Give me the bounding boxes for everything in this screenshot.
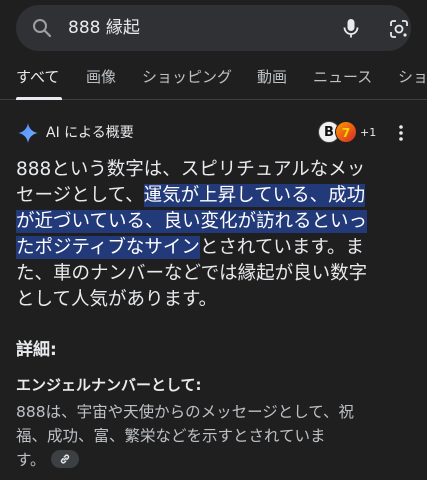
answer-line: た、車のナンバーなどでは縁起が良い数字 [16, 261, 411, 287]
search-icon[interactable] [32, 18, 52, 38]
ai-overview-header: AI による概要 B 7 +1 [16, 120, 411, 146]
answer-line: 888という数字は、スピリチュアルなメッ [16, 157, 411, 183]
answer-text: とされています。ま [199, 237, 365, 258]
angel-number-text: 888は、宇宙や天使からのメッセージとして、祝 福、成功、富、繁栄などを示すとさ… [16, 400, 411, 472]
angel-text-line: 888は、宇宙や天使からのメッセージとして、祝 [16, 403, 355, 421]
ai-sparkle-icon [18, 123, 38, 143]
details-heading: 詳細: [16, 340, 57, 360]
ai-overview-answer: 888という数字は、スピリチュアルなメッ セージとして、運気が上昇している、成功… [16, 157, 411, 313]
source-logos[interactable]: B 7 [318, 121, 358, 145]
source-logo-second-icon[interactable]: 7 [335, 121, 357, 143]
angel-number-heading: エンジェルナンバーとして: [16, 376, 202, 394]
tab-images[interactable]: 画像 [86, 60, 116, 94]
answer-text: セージとして、 [16, 185, 144, 206]
tab-all[interactable]: すべて [16, 60, 59, 94]
lens-camera-icon[interactable] [388, 18, 410, 40]
highlighted-answer-text[interactable]: たポジティブなサイン [16, 236, 200, 259]
answer-text: た、車のナンバーなどでは縁起が良い数字 [16, 263, 368, 284]
ai-overview-title: AI による概要 [46, 125, 134, 141]
answer-line: が近づいている、良い変化が訪れるといっ [16, 209, 411, 235]
source-count[interactable]: +1 [360, 120, 376, 146]
answer-line: として人気があります。 [16, 287, 411, 313]
answer-line: たポジティブなサインとされています。ま [16, 235, 411, 261]
source-link-chip[interactable] [51, 449, 80, 468]
more-options-icon[interactable] [396, 124, 406, 142]
answer-text: として人気があります。 [16, 289, 218, 310]
tab-shopping[interactable]: ショッピング [142, 60, 232, 94]
angel-text-line: 福、成功、富、繁栄などを示すとされていま [16, 427, 326, 445]
google-search-page: 888 縁起 すべて 画像 ショッピング 動画 ニュース ショ AI による概要… [0, 0, 427, 480]
tab-videos[interactable]: 動画 [257, 60, 287, 94]
answer-text: 888という数字は、スピリチュアルなメッ [16, 159, 366, 180]
angel-text-end: す。 [16, 451, 46, 469]
link-icon [61, 454, 70, 463]
microphone-icon[interactable] [340, 17, 362, 39]
search-tabs: すべて 画像 ショッピング 動画 ニュース ショ [0, 60, 427, 100]
angel-text-line-last: す。 [16, 448, 411, 472]
active-tab-indicator [16, 97, 62, 100]
highlighted-answer-text[interactable]: が近づいている、良い変化が訪れるといっ [16, 210, 367, 233]
tab-shopping-cutoff[interactable]: ショ [398, 60, 427, 94]
answer-line: セージとして、運気が上昇している、成功 [16, 183, 411, 209]
search-bar[interactable]: 888 縁起 [16, 5, 411, 51]
search-input[interactable]: 888 縁起 [68, 5, 140, 51]
tab-news[interactable]: ニュース [313, 60, 372, 94]
highlighted-answer-text[interactable]: 運気が上昇している、成功 [143, 184, 366, 207]
